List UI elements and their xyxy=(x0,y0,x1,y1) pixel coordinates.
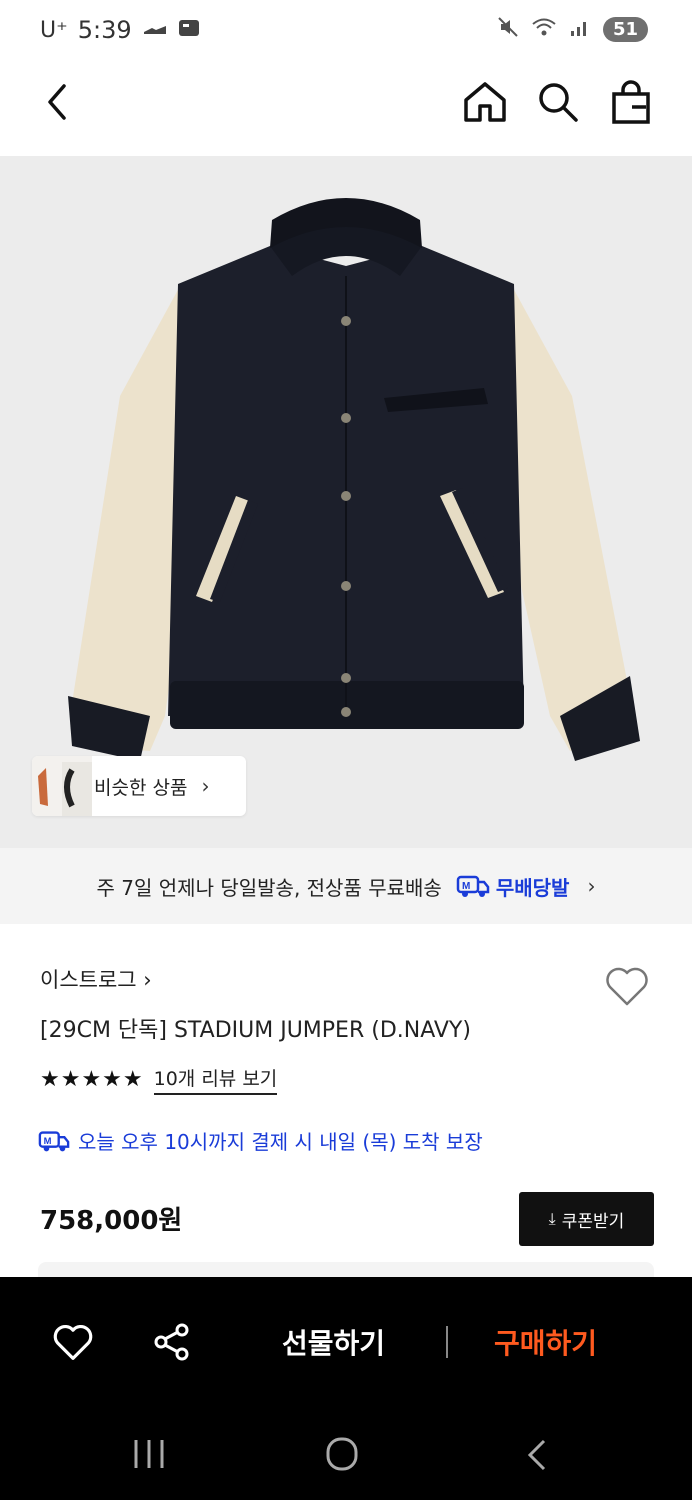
recent-apps-icon xyxy=(134,1440,164,1468)
wifi-icon xyxy=(531,16,557,43)
back-button[interactable] xyxy=(38,80,78,124)
home-circle-icon xyxy=(326,1437,358,1471)
shipping-text: 주 7일 언제나 당일발송, 전상품 무료배송 xyxy=(96,875,442,900)
wishlist-button[interactable] xyxy=(604,964,650,1008)
free-shipping-badge: M 무배당발 xyxy=(456,872,570,901)
app-icon xyxy=(178,16,200,44)
divider xyxy=(446,1326,448,1358)
delivery-truck-icon: M xyxy=(456,875,490,897)
system-back-button[interactable] xyxy=(526,1438,548,1472)
coupon-label: 쿠폰받기 xyxy=(561,1211,625,1232)
bottom-wishlist-button[interactable] xyxy=(52,1322,94,1362)
svg-text:M: M xyxy=(44,1134,52,1145)
home-icon xyxy=(464,82,506,122)
search-icon xyxy=(539,83,578,122)
delivery-truck-icon: M xyxy=(38,1130,70,1151)
search-button[interactable] xyxy=(536,80,580,124)
price: 758,000원 xyxy=(40,1206,183,1236)
gift-button[interactable]: 선물하기 xyxy=(282,1322,385,1362)
product-image[interactable]: 비슷한 상품 › xyxy=(0,156,692,848)
carrier-label: U⁺ xyxy=(40,17,68,43)
jacket-image xyxy=(68,198,640,761)
status-bar: U⁺ 5:39 51 xyxy=(0,0,692,62)
heart-icon xyxy=(606,967,648,1006)
clock: 5:39 xyxy=(77,16,132,44)
delivery-guarantee: M 오늘 오후 10시까지 결제 시 내일 (목) 도착 보장 xyxy=(38,1126,483,1155)
chevron-right-icon: › xyxy=(587,874,596,898)
download-icon: ⤓ xyxy=(548,1209,556,1228)
heart-icon xyxy=(53,1324,93,1360)
brand-link[interactable]: 이스트로그 › xyxy=(40,964,152,994)
signal-icon xyxy=(569,16,591,43)
similar-products-button[interactable]: 비슷한 상품 › xyxy=(32,756,246,816)
top-nav xyxy=(0,62,692,156)
shipping-banner[interactable]: 주 7일 언제나 당일발송, 전상품 무료배송 M 무배당발 › xyxy=(0,848,692,924)
battery-indicator: 51 xyxy=(602,17,648,42)
star-rating: ★★★★★ xyxy=(40,1067,144,1092)
buy-button[interactable]: 구매하기 xyxy=(494,1322,597,1362)
recent-apps-button[interactable] xyxy=(132,1438,166,1470)
back-icon xyxy=(527,1439,546,1471)
svg-text:M: M xyxy=(462,881,470,892)
shopping-bag-button[interactable] xyxy=(608,80,654,126)
similar-thumbnail xyxy=(32,756,92,816)
shopping-bag-icon xyxy=(612,80,650,124)
free-shipping-label: 무배당발 xyxy=(495,875,570,900)
rating-row: ★★★★★ 10개 리뷰 보기 xyxy=(40,1064,278,1095)
share-button[interactable] xyxy=(152,1322,192,1362)
delivery-text: 오늘 오후 10시까지 결제 시 내일 (목) 도착 보장 xyxy=(78,1130,483,1154)
system-home-button[interactable] xyxy=(326,1436,358,1472)
chevron-right-icon: › xyxy=(201,774,210,798)
mute-icon xyxy=(497,16,519,43)
notification-icon xyxy=(142,16,168,44)
chevron-left-icon xyxy=(48,84,66,120)
share-icon xyxy=(154,1323,189,1361)
reviews-link[interactable]: 10개 리뷰 보기 xyxy=(153,1064,278,1095)
home-button[interactable] xyxy=(462,80,508,124)
similar-products-label: 비슷한 상품 xyxy=(94,776,188,799)
coupon-button[interactable]: ⤓ 쿠폰받기 xyxy=(519,1192,654,1246)
product-title: [29CM 단독] STADIUM JUMPER (D.NAVY) xyxy=(40,1018,471,1043)
